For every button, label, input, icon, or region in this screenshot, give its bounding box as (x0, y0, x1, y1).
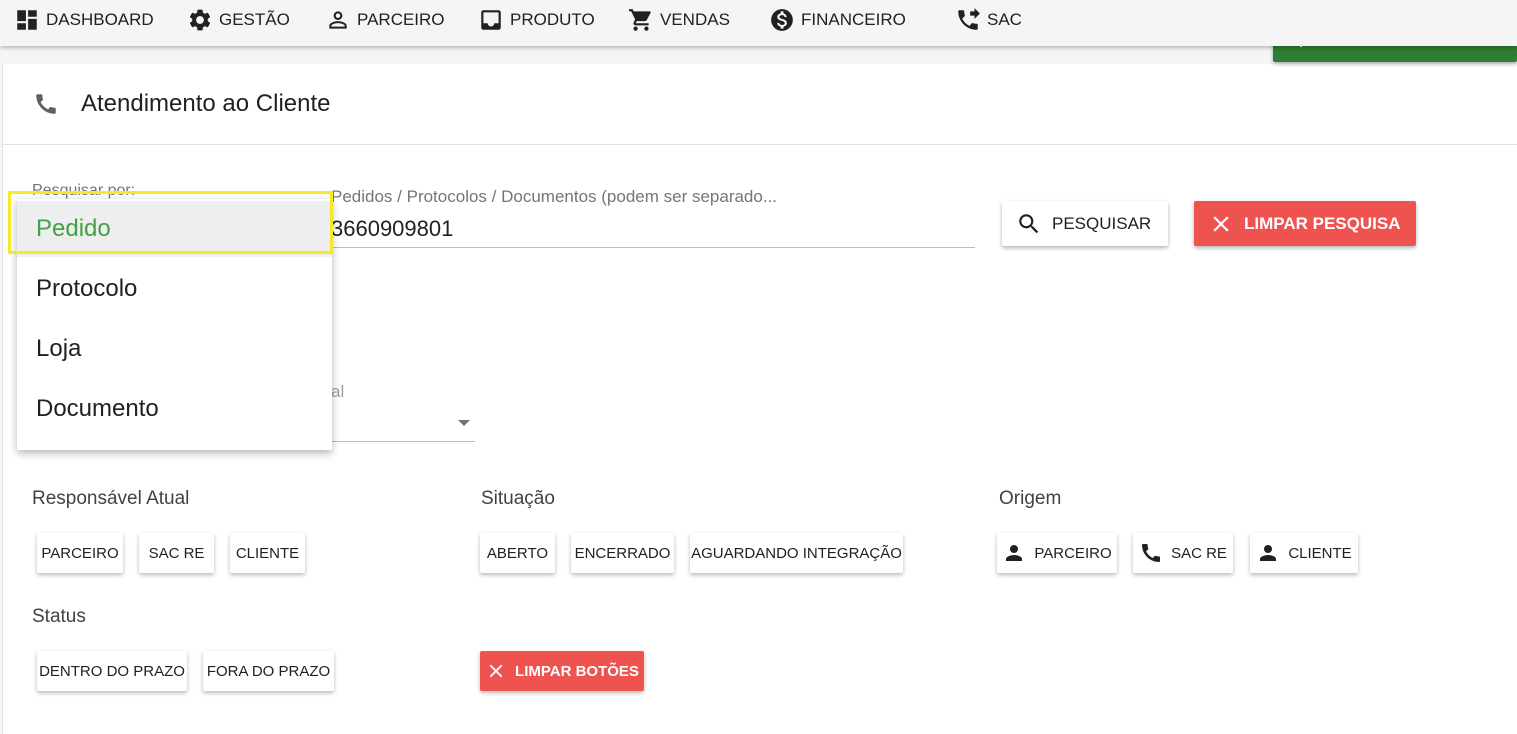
search-input-label: Pedidos / Protocolos / Documentos (podem… (331, 187, 778, 206)
responsavel-parceiro-button[interactable]: PARCEIRO (37, 533, 123, 573)
origem-cliente-label: CLIENTE (1288, 544, 1352, 562)
clear-search-label: LIMPAR PESQUISA (1244, 213, 1401, 233)
search-button[interactable]: PESQUISAR (1002, 201, 1168, 246)
secondary-select-label: al (331, 382, 345, 401)
nav-item-vendas[interactable]: VENDAS (628, 0, 730, 40)
responsavel-label: Responsável Atual (32, 488, 190, 509)
top-nav: DASHBOARD GESTÃO PARCEIRO PRODUTO VENDAS… (0, 0, 1517, 46)
nav-label-vendas: VENDAS (660, 10, 730, 29)
origem-sac-re-label: SAC RE (1171, 544, 1227, 562)
situacao-aberto-button[interactable]: ABERTO (480, 533, 555, 573)
nav-label-sac: SAC (987, 10, 1022, 29)
status-dentro-prazo-button[interactable]: DENTRO DO PRAZO (37, 651, 187, 691)
person-icon (1006, 545, 1023, 561)
origem-parceiro-label: PARCEIRO (1034, 544, 1112, 562)
inbox-icon (481, 10, 501, 30)
nav-label-gestao: GESTÃO (219, 10, 290, 29)
phone-icon (33, 91, 59, 117)
card-header: Atendimento ao Cliente (3, 64, 1517, 145)
dollar-circle-icon (771, 9, 793, 31)
search-input[interactable] (331, 210, 975, 248)
nav-item-financeiro[interactable]: FINANCEIRO (769, 0, 906, 40)
nav-item-gestao[interactable]: GESTÃO (187, 0, 290, 40)
clear-search-button[interactable]: LIMPAR PESQUISA (1194, 201, 1416, 246)
dropdown-option-protocolo[interactable]: Protocolo (17, 261, 332, 317)
nav-item-parceiro[interactable]: PARCEIRO (325, 0, 445, 40)
status-fora-prazo-button[interactable]: FORA DO PRAZO (203, 651, 334, 691)
nav-label-dashboard: DASHBOARD (46, 10, 154, 29)
page-title: Atendimento ao Cliente (81, 90, 331, 117)
responsavel-cliente-button[interactable]: CLIENTE (230, 533, 305, 573)
search-by-dropdown-menu: Pedido Protocolo Loja Documento (17, 199, 332, 450)
nav-item-sac[interactable]: SAC (955, 0, 1022, 40)
person-icon (1260, 545, 1277, 561)
nav-item-produto[interactable]: PRODUTO (478, 0, 595, 40)
origem-cliente-button[interactable]: CLIENTE (1250, 533, 1358, 573)
status-label: Status (32, 606, 86, 627)
dashboard-icon (17, 10, 37, 30)
responsavel-sac-re-button[interactable]: SAC RE (139, 533, 214, 573)
clear-buttons-button[interactable]: LIMPAR BOTÕES (480, 651, 644, 691)
nav-item-dashboard[interactable]: DASHBOARD (14, 0, 154, 40)
phone-icon (1142, 544, 1161, 562)
situacao-encerrado-button[interactable]: ENCERRADO (571, 533, 674, 573)
dropdown-option-loja[interactable]: Loja (17, 321, 332, 377)
secondary-select[interactable] (331, 441, 475, 442)
dropdown-option-pedido[interactable]: Pedido (17, 201, 332, 257)
origem-sac-re-button[interactable]: SAC RE (1133, 533, 1233, 573)
search-icon (1019, 213, 1039, 233)
close-icon (489, 664, 503, 678)
chevron-down-icon[interactable] (458, 420, 470, 426)
origem-label: Origem (999, 488, 1062, 509)
nav-label-produto: PRODUTO (510, 10, 595, 29)
search-button-label: PESQUISAR (1052, 213, 1152, 233)
nav-label-financeiro: FINANCEIRO (801, 10, 906, 29)
phone-forward-icon (958, 8, 980, 30)
situacao-label: Situação (481, 488, 555, 509)
close-icon (1213, 215, 1229, 232)
nav-label-parceiro: PARCEIRO (357, 10, 445, 29)
gear-icon (189, 9, 211, 31)
clear-buttons-label: LIMPAR BOTÕES (515, 662, 639, 680)
cart-icon (629, 9, 651, 31)
situacao-aguardando-button[interactable]: AGUARDANDO INTEGRAÇÃO (690, 533, 903, 573)
person-outline-icon (329, 11, 347, 29)
origem-parceiro-button[interactable]: PARCEIRO (997, 533, 1117, 573)
search-by-label: Pesquisar por: (32, 182, 136, 199)
dropdown-option-documento[interactable]: Documento (17, 381, 332, 437)
